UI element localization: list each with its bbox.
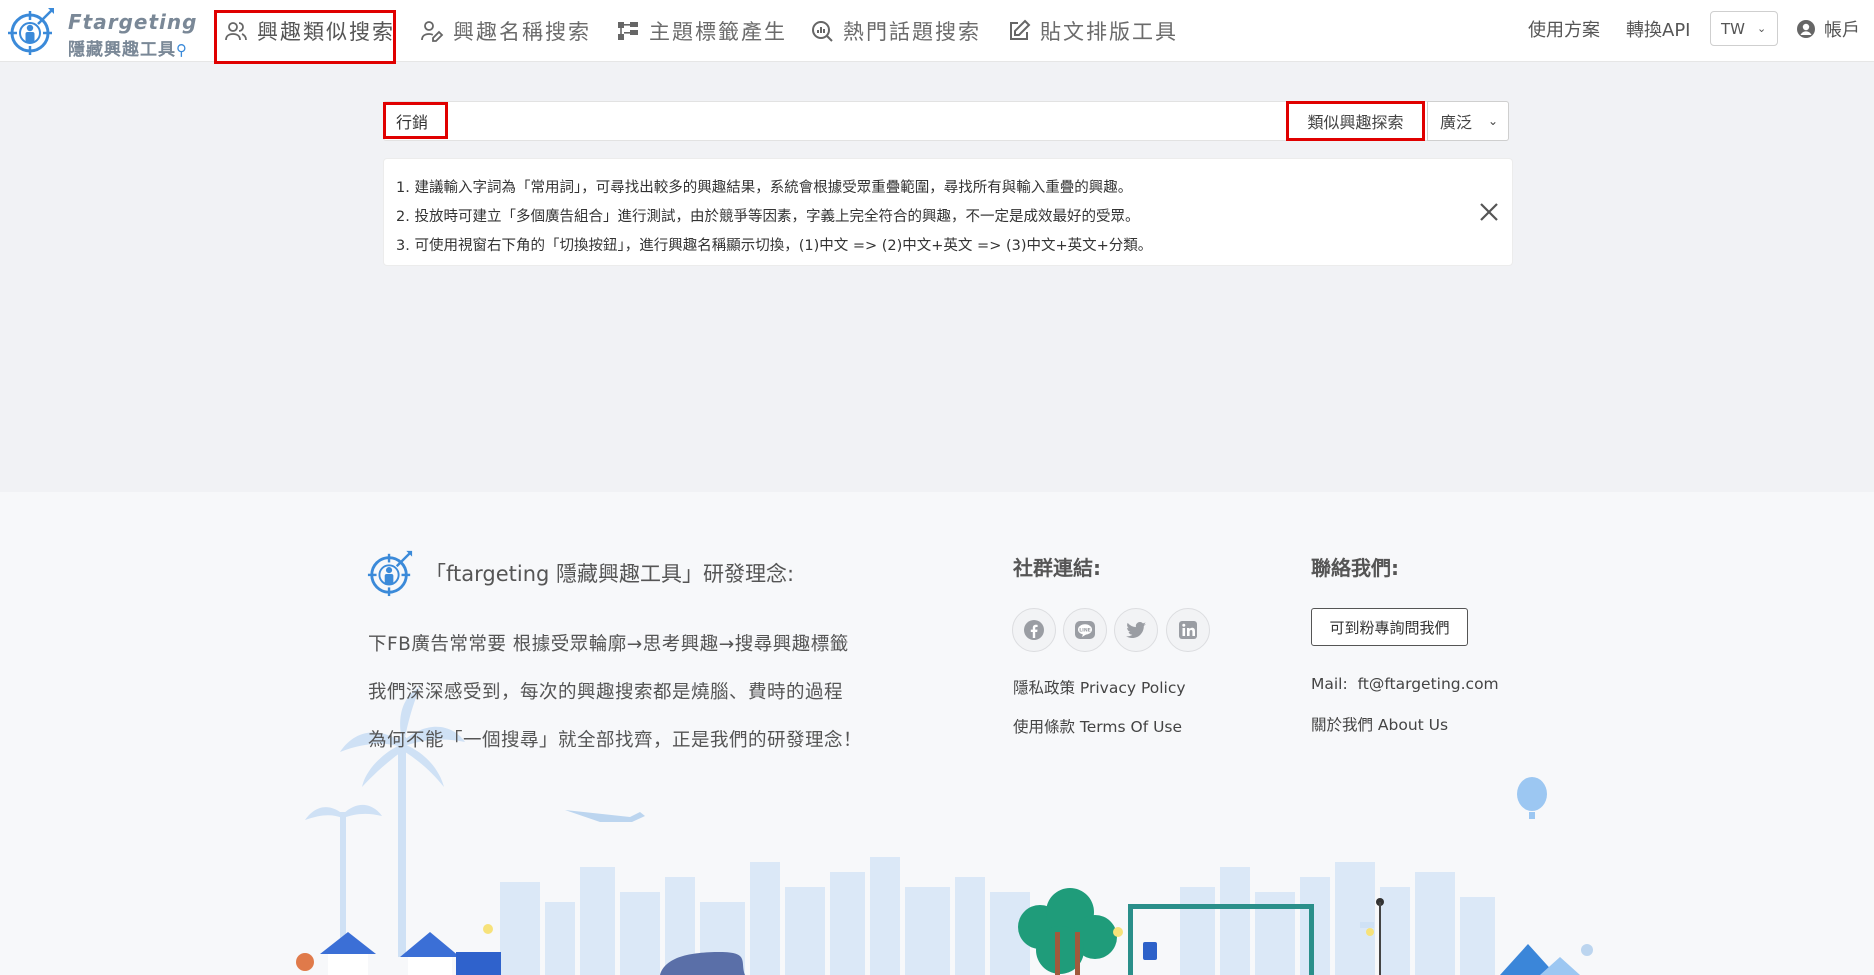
tip-line: 2. 投放時可建立「多個廣告組合」進行測試，由於競爭等因素，字義上完全符合的興趣… <box>396 209 1140 225</box>
facebook-link[interactable] <box>1012 608 1056 652</box>
philosophy-line: 下FB廣告常常要 根據受眾輪廓→思考興趣→搜尋興趣標籤 <box>368 634 849 655</box>
tip-line: 3. 可使用視窗右下角的「切換按鈕」，進行興趣名稱顯示切換，(1)中文 => (… <box>396 238 1153 254</box>
similar-interest-search-button[interactable]: 類似興趣探索 <box>1286 101 1425 141</box>
contact-heading: 聯絡我們: <box>1311 556 1399 580</box>
brand-subtitle: 隱藏興趣工具⚲ <box>68 35 188 60</box>
sitemap-icon <box>618 22 638 40</box>
close-icon[interactable] <box>1476 199 1502 225</box>
active-tab-highlight <box>214 10 396 64</box>
nav-post-layout-tool[interactable]: 貼文排版工具 <box>1007 0 1178 62</box>
social-heading: 社群連結: <box>1013 556 1101 580</box>
language-value: TW <box>1721 19 1745 38</box>
trend-search-icon <box>812 21 833 42</box>
tips-panel: 1. 建議輸入字詞為「常用詞」，可尋找出較多的興趣結果，系統會根據受眾重疊範圍，… <box>383 158 1513 266</box>
linkedin-link[interactable] <box>1166 608 1210 652</box>
user-circle-icon <box>1797 20 1815 38</box>
plans-link[interactable]: 使用方案 <box>1528 0 1600 58</box>
interest-search-input[interactable] <box>384 102 1284 140</box>
line-link[interactable]: LINE <box>1063 608 1107 652</box>
mail-address[interactable]: ft@ftargeting.com <box>1358 675 1499 693</box>
language-select[interactable]: TW ⌄ <box>1710 11 1778 46</box>
nav-trending-topic-search[interactable]: 熱門話題搜索 <box>810 0 981 62</box>
linkedin-icon <box>1179 621 1197 639</box>
user-edit-icon <box>421 21 444 42</box>
brand-subtitle-text: 隱藏興趣工具 <box>68 40 176 60</box>
match-mode-select[interactable]: 廣泛 ⌄ <box>1427 101 1509 141</box>
match-mode-value: 廣泛 <box>1440 113 1473 132</box>
twitter-icon <box>1126 621 1146 639</box>
terms-of-use-link[interactable]: 使用條款 Terms Of Use <box>1013 715 1182 737</box>
line-icon: LINE <box>1075 621 1095 639</box>
footer: 「ftargeting 隱藏興趣工具」研發理念: 下FB廣告常常要 根據受眾輪廓… <box>0 492 1874 975</box>
about-us-link[interactable]: 關於我們 About Us <box>1311 713 1448 735</box>
philosophy-title: 「ftargeting 隱藏興趣工具」研發理念: <box>425 562 795 586</box>
magnifier-icon: ⚲ <box>176 41 188 59</box>
nav-label: 貼文排版工具 <box>1040 20 1178 44</box>
nav-label: 興趣名稱搜索 <box>453 20 591 44</box>
top-navbar: Ftargeting 隱藏興趣工具⚲ 興趣類似搜索 興趣名稱搜索 主題標籤產生 … <box>0 0 1874 64</box>
nav-interest-name-search[interactable]: 興趣名稱搜索 <box>420 0 591 62</box>
svg-text:LINE: LINE <box>1079 627 1091 633</box>
api-link[interactable]: 轉換API <box>1626 0 1690 58</box>
facebook-icon <box>1024 620 1044 640</box>
mail-label: Mail: <box>1311 675 1348 693</box>
account-label: 帳戶 <box>1824 20 1860 41</box>
philosophy-line: 我們深深感受到，每次的興趣搜索都是燒腦、費時的過程 <box>368 682 844 703</box>
chevron-down-icon: ⌄ <box>1488 114 1499 128</box>
philosophy-line: 為何不能「一個搜尋」就全部找齊，正是我們的研發理念！ <box>368 730 863 751</box>
footer-logo-icon <box>367 550 413 597</box>
brand-title: Ftargeting <box>68 10 198 34</box>
privacy-policy-link[interactable]: 隱私政策 Privacy Policy <box>1013 676 1186 698</box>
tip-line: 1. 建議輸入字詞為「常用詞」，可尋找出較多的興趣結果，系統會根據受眾重疊範圍，… <box>396 180 1133 196</box>
edit-icon <box>1010 19 1031 40</box>
fan-page-button[interactable]: 可到粉專詢問我們 <box>1311 608 1468 646</box>
chevron-down-icon: ⌄ <box>1757 22 1767 35</box>
nav-label: 熱門話題搜索 <box>843 20 981 44</box>
twitter-link[interactable] <box>1114 608 1158 652</box>
account-menu[interactable]: 帳戶 <box>1796 0 1860 58</box>
target-person-icon <box>8 8 54 55</box>
nav-label: 主題標籤產生 <box>649 20 787 44</box>
nav-hashtag-generator[interactable]: 主題標籤產生 <box>616 0 787 62</box>
mail-info: Mail: ft@ftargeting.com <box>1311 675 1499 693</box>
brand-logo[interactable]: Ftargeting 隱藏興趣工具⚲ <box>6 6 198 60</box>
cityscape-illustration <box>296 687 1593 975</box>
